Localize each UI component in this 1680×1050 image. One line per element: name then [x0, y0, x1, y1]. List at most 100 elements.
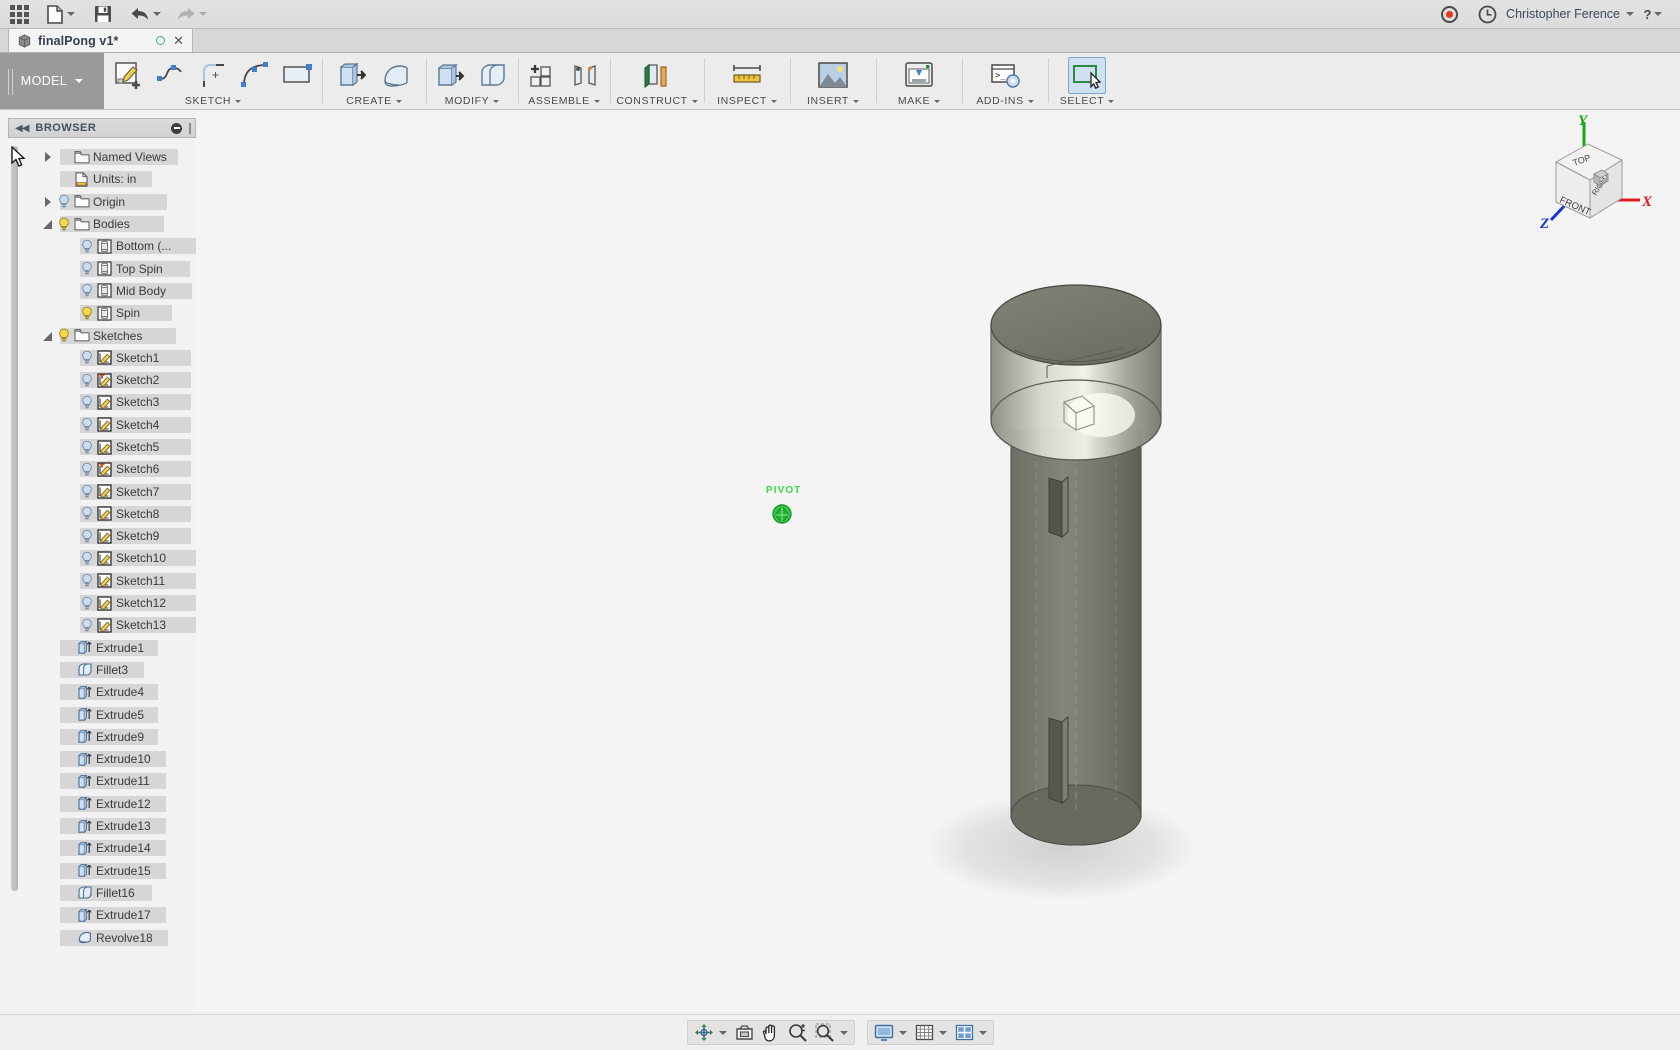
ribbon-group-label-insert[interactable]: INSERT — [807, 95, 859, 107]
new-document-button[interactable] — [38, 0, 84, 28]
offset-plane-icon[interactable] — [638, 57, 676, 94]
new-component-icon[interactable] — [524, 57, 562, 94]
tree-node[interactable]: Units: in — [8, 168, 196, 190]
tree-node[interactable]: Sketch7 — [8, 480, 196, 502]
tree-node[interactable]: Sketch9 — [8, 525, 196, 547]
create-sketch-icon[interactable] — [110, 57, 148, 94]
resize-grip-icon[interactable] — [189, 122, 191, 134]
pan-hand-icon[interactable] — [758, 1021, 784, 1044]
undo-button[interactable] — [122, 0, 168, 28]
visibility-bulb-icon[interactable] — [80, 462, 94, 477]
ribbon-group-label-make[interactable]: MAKE — [898, 95, 941, 107]
tree-node[interactable]: Extrude4 — [8, 681, 196, 703]
tree-node[interactable]: Mid Body — [8, 280, 196, 302]
tree-node[interactable]: Fillet3 — [8, 659, 196, 681]
visibility-bulb-icon[interactable] — [80, 506, 94, 521]
tree-node[interactable]: Sketches — [8, 324, 196, 346]
tree-node[interactable]: Sketch8 — [8, 503, 196, 525]
3d-print-icon[interactable] — [900, 57, 938, 94]
tree-node[interactable]: Spin — [8, 302, 196, 324]
line-icon[interactable] — [152, 57, 190, 94]
visibility-bulb-icon[interactable] — [80, 618, 94, 633]
visibility-bulb-icon[interactable] — [80, 484, 94, 499]
ribbon-group-label-create[interactable]: CREATE — [346, 95, 402, 107]
view-cube[interactable]: TOP FRONT RIGHT Y X Z — [1518, 110, 1668, 245]
revolve-icon[interactable] — [376, 57, 414, 94]
viewport-layout-icon[interactable] — [951, 1021, 991, 1044]
collapse-left-icon[interactable]: ◀◀ — [15, 123, 29, 134]
scripts-addins-icon[interactable]: >_ — [986, 57, 1024, 94]
app-grid-icon[interactable] — [0, 0, 38, 28]
tree-node[interactable]: Sketch2 — [8, 369, 196, 391]
tree-twisty[interactable] — [42, 218, 54, 230]
save-button[interactable] — [84, 0, 122, 28]
zoom-icon[interactable] — [784, 1021, 811, 1044]
sync-ring-icon[interactable] — [156, 36, 166, 45]
3d-canvas[interactable]: PIVOT TOP FRONT RIGHT Y X Z — [196, 110, 1680, 1013]
tree-node[interactable]: Extrude13 — [8, 815, 196, 837]
visibility-bulb-icon[interactable] — [57, 217, 71, 232]
tree-node[interactable]: Extrude12 — [8, 793, 196, 815]
browser-tree[interactable]: Named Views Units: in Origin Bodies Bottom (… — [8, 146, 196, 1006]
tree-node[interactable]: Sketch1 — [8, 347, 196, 369]
record-icon[interactable] — [1430, 0, 1468, 28]
visibility-bulb-icon[interactable] — [80, 395, 94, 410]
visibility-bulb-icon[interactable] — [80, 573, 94, 588]
visibility-bulb-icon[interactable] — [80, 283, 94, 298]
measure-icon[interactable] — [728, 57, 766, 94]
tree-node[interactable]: Sketch10 — [8, 547, 196, 569]
document-tab-finalpong[interactable]: finalPong v1* ✕ — [8, 28, 193, 52]
visibility-bulb-icon[interactable] — [80, 306, 94, 321]
orbit-icon[interactable] — [690, 1021, 731, 1044]
grid-snaps-icon[interactable] — [911, 1021, 951, 1044]
user-name-label[interactable]: Christopher Ference — [1506, 7, 1620, 21]
clock-icon[interactable] — [1468, 0, 1506, 28]
tree-node[interactable]: Named Views — [8, 146, 196, 168]
tree-node[interactable]: Extrude5 — [8, 703, 196, 725]
arc-icon[interactable]: + — [194, 57, 232, 94]
visibility-bulb-icon[interactable] — [57, 194, 71, 209]
visibility-bulb-icon[interactable] — [80, 261, 94, 276]
tree-node[interactable]: Bodies — [8, 213, 196, 235]
visibility-bulb-icon[interactable] — [80, 350, 94, 365]
redo-button[interactable] — [168, 0, 214, 28]
ribbon-group-label-select[interactable]: SELECT — [1060, 95, 1115, 107]
tree-node[interactable]: Extrude10 — [8, 748, 196, 770]
fit-icon[interactable] — [811, 1021, 852, 1044]
tree-node[interactable]: Origin — [8, 191, 196, 213]
visibility-bulb-icon[interactable] — [80, 440, 94, 455]
tree-node[interactable]: Sketch13 — [8, 614, 196, 636]
rectangle-icon[interactable] — [278, 57, 316, 94]
spline-icon[interactable] — [236, 57, 274, 94]
visibility-bulb-icon[interactable] — [80, 239, 94, 254]
help-button[interactable]: ? — [1634, 0, 1672, 28]
insert-mcmaster-icon[interactable] — [814, 57, 852, 94]
visibility-bulb-icon[interactable] — [57, 328, 71, 343]
select-icon[interactable] — [1068, 56, 1106, 94]
ribbon-group-label-assemble[interactable]: ASSEMBLE — [528, 95, 600, 107]
tree-twisty[interactable] — [42, 151, 54, 163]
tree-twisty[interactable] — [42, 196, 54, 208]
tree-node[interactable]: Extrude17 — [8, 904, 196, 926]
tree-node[interactable]: Sketch5 — [8, 436, 196, 458]
visibility-bulb-icon[interactable] — [80, 529, 94, 544]
visibility-bulb-icon[interactable] — [80, 373, 94, 388]
tree-node[interactable]: Revolve18 — [8, 926, 196, 948]
tree-node[interactable]: Sketch3 — [8, 391, 196, 413]
display-settings-icon[interactable] — [870, 1021, 911, 1044]
tree-node[interactable]: Sketch6 — [8, 458, 196, 480]
press-pull-icon[interactable] — [432, 57, 470, 94]
tree-twisty[interactable] — [42, 330, 54, 342]
minimize-icon[interactable] — [171, 122, 182, 134]
tree-node[interactable]: Sketch12 — [8, 592, 196, 614]
ribbon-group-label-addins[interactable]: ADD-INS — [976, 95, 1034, 107]
tree-node[interactable]: Extrude1 — [8, 637, 196, 659]
ribbon-group-label-inspect[interactable]: INSPECT — [717, 95, 777, 107]
visibility-bulb-icon[interactable] — [80, 551, 94, 566]
chevron-down-icon[interactable] — [1626, 12, 1634, 16]
tree-node[interactable]: Extrude9 — [8, 726, 196, 748]
extrude-icon[interactable] — [334, 57, 372, 94]
ribbon-group-label-construct[interactable]: CONSTRUCT — [616, 95, 698, 107]
fillet-icon[interactable] — [474, 57, 512, 94]
tree-node[interactable]: Extrude15 — [8, 860, 196, 882]
